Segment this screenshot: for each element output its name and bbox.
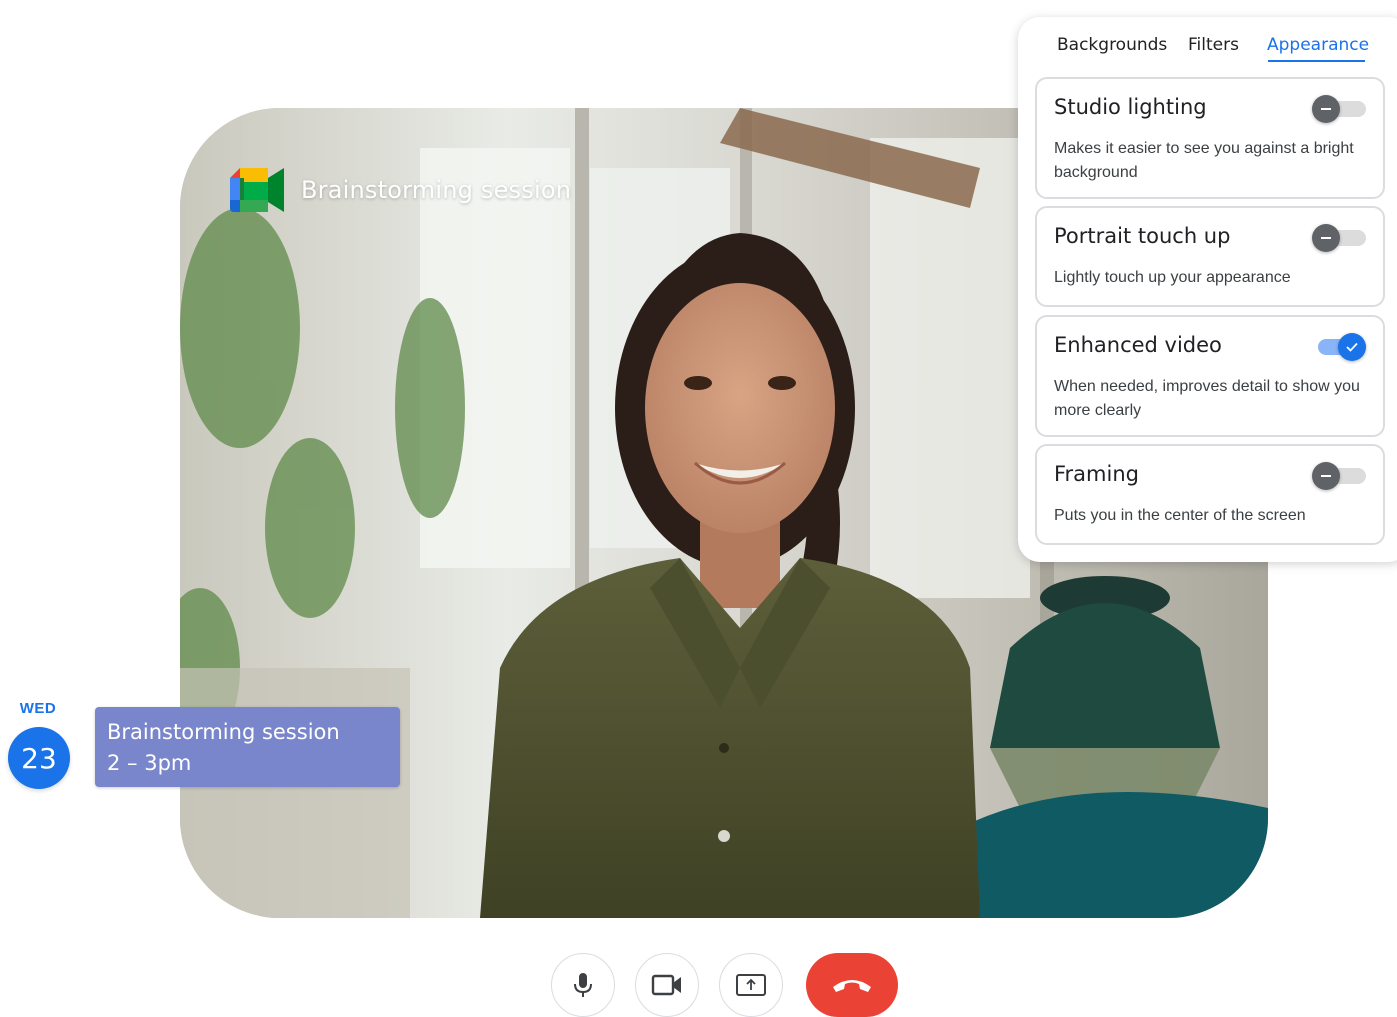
- option-title: Studio lighting: [1054, 95, 1207, 119]
- toggle-off-icon: [1312, 462, 1340, 490]
- tab-backgrounds[interactable]: Backgrounds: [1057, 35, 1167, 55]
- microphone-button[interactable]: [551, 953, 615, 1017]
- calendar-event[interactable]: Brainstorming session 2 – 3pm: [95, 707, 400, 787]
- option-title: Framing: [1054, 462, 1139, 486]
- option-portrait-touch-up: Portrait touch up Lightly touch up your …: [1035, 206, 1385, 307]
- present-screen-button[interactable]: [719, 953, 783, 1017]
- present-screen-icon: [736, 974, 766, 996]
- calendar-event-title: Brainstorming session: [107, 720, 340, 744]
- hang-up-button[interactable]: [806, 953, 898, 1017]
- option-title: Enhanced video: [1054, 333, 1222, 357]
- meet-promo-stage: Brainstorming session WED 23 Brainstormi…: [0, 0, 1397, 1017]
- portrait-touch-up-toggle[interactable]: [1312, 224, 1366, 252]
- option-enhanced-video: Enhanced video When needed, improves det…: [1035, 315, 1385, 437]
- framing-toggle[interactable]: [1312, 462, 1366, 490]
- call-controls: [551, 953, 901, 1017]
- google-meet-logo-icon: [230, 168, 284, 212]
- option-studio-lighting: Studio lighting Makes it easier to see y…: [1035, 77, 1385, 199]
- option-framing: Framing Puts you in the center of the sc…: [1035, 444, 1385, 545]
- tab-filters[interactable]: Filters: [1188, 35, 1239, 55]
- effects-tabs: Backgrounds Filters Appearance: [1018, 17, 1397, 77]
- option-title: Portrait touch up: [1054, 224, 1231, 248]
- meeting-title: Brainstorming session: [301, 176, 572, 204]
- option-description: When needed, improves detail to show you…: [1054, 378, 1360, 419]
- visual-effects-panel: Backgrounds Filters Appearance Studio li…: [1018, 17, 1397, 562]
- meeting-header: Brainstorming session: [230, 168, 571, 212]
- camera-icon: [651, 974, 681, 996]
- option-description: Puts you in the center of the screen: [1054, 507, 1306, 524]
- toggle-off-icon: [1312, 95, 1340, 123]
- option-description: Lightly touch up your appearance: [1054, 269, 1291, 286]
- calendar-day: WED 23: [0, 700, 76, 789]
- checkmark-icon: [1338, 333, 1366, 361]
- calendar-event-time: 2 – 3pm: [107, 751, 192, 775]
- option-description: Makes it easier to see you against a bri…: [1054, 140, 1354, 181]
- calendar-weekday: WED: [19, 700, 57, 717]
- tab-appearance[interactable]: Appearance: [1267, 35, 1369, 55]
- microphone-icon: [574, 973, 592, 997]
- active-tab-indicator: [1268, 60, 1365, 62]
- hang-up-icon: [833, 980, 871, 992]
- toggle-off-icon: [1312, 224, 1340, 252]
- camera-button[interactable]: [635, 953, 699, 1017]
- calendar-date[interactable]: 23: [8, 727, 70, 789]
- studio-lighting-toggle[interactable]: [1312, 95, 1366, 123]
- enhanced-video-toggle[interactable]: [1314, 333, 1366, 361]
